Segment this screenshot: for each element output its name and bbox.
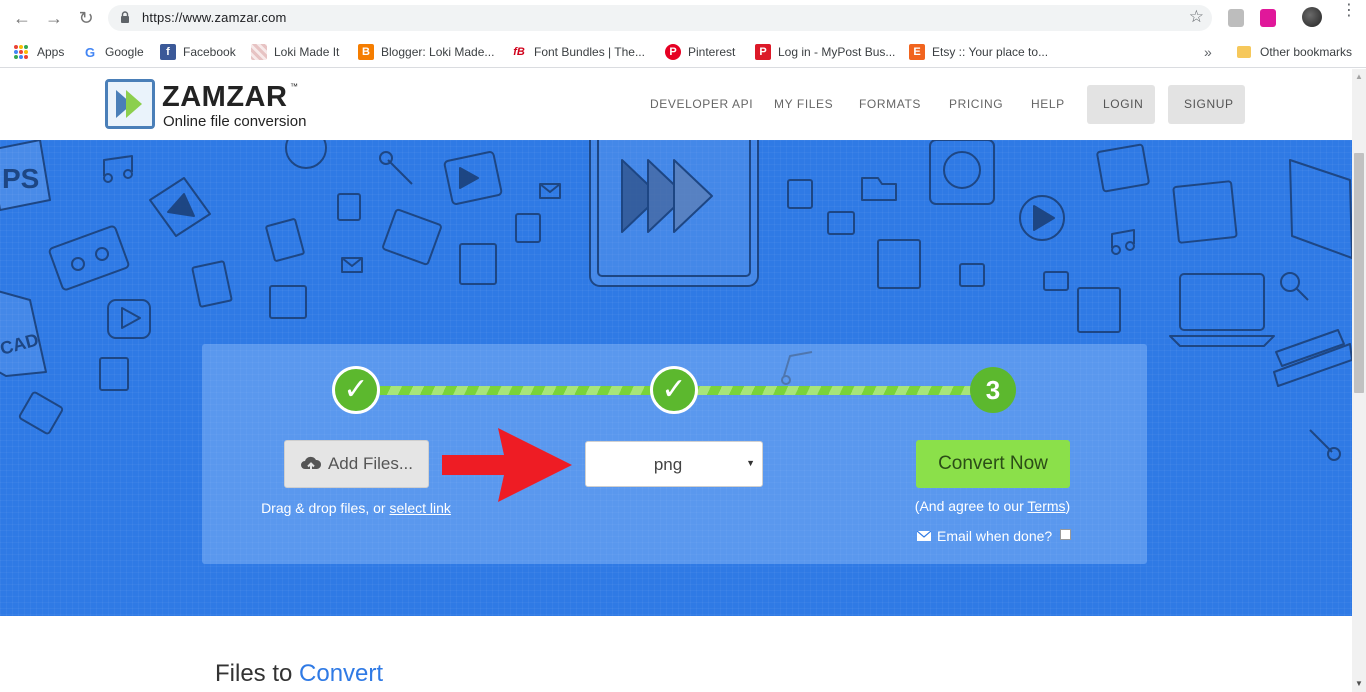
scroll-down-arrow-icon[interactable]: ▼ <box>1355 679 1363 688</box>
add-files-button[interactable]: Add Files... <box>284 440 429 488</box>
etsy-icon: E <box>909 44 925 60</box>
menu-kebab-icon[interactable]: ⋮ <box>1341 3 1357 19</box>
folder-icon <box>1237 46 1251 58</box>
profile-avatar[interactable] <box>1302 7 1322 27</box>
site-header: ZAMZAR ™ Online file conversion DEVELOPE… <box>0 69 1352 140</box>
loki-made-it-icon <box>251 44 267 60</box>
terms-link[interactable]: Terms <box>1027 498 1065 514</box>
email-when-done-checkbox[interactable] <box>1060 528 1072 540</box>
font-bundles-icon: fB <box>513 46 525 58</box>
bookmark-loki-made-it[interactable]: Loki Made It <box>251 43 339 61</box>
bookmarks-bar: Apps G Google f Facebook Loki Made It B … <box>0 36 1366 68</box>
files-to-convert-heading: Files to Convert <box>215 660 384 687</box>
bookmark-mypost[interactable]: P Log in - MyPost Bus... <box>755 43 895 61</box>
bookmark-blogger[interactable]: B Blogger: Loki Made... <box>358 43 494 61</box>
bookmark-star-icon[interactable]: ☆ <box>1189 7 1204 27</box>
google-icon: G <box>84 44 96 60</box>
bookmark-font-bundles[interactable]: fB Font Bundles | The... <box>511 43 645 61</box>
signup-button[interactable]: SIGNUP <box>1168 85 1245 124</box>
email-when-done-row: Email when done? <box>917 528 1072 544</box>
scroll-up-arrow-icon[interactable]: ▲ <box>1355 72 1363 81</box>
pinterest-icon: P <box>665 44 681 60</box>
more-bookmarks-chevron-icon[interactable]: » <box>1204 44 1212 60</box>
nav-help[interactable]: HELP <box>1031 97 1065 111</box>
bookmark-facebook[interactable]: f Facebook <box>160 43 236 61</box>
login-button[interactable]: LOGIN <box>1087 85 1155 124</box>
extension-icon[interactable] <box>1260 9 1276 27</box>
nav-pricing[interactable]: PRICING <box>949 97 1003 111</box>
nav-developer-api[interactable]: DEVELOPER API <box>650 97 753 111</box>
envelope-icon <box>917 531 931 541</box>
bookmark-etsy[interactable]: E Etsy :: Your place to... <box>909 43 1048 61</box>
page-scrollbar[interactable]: ▲ ▼ <box>1352 69 1366 692</box>
bookmark-apps[interactable]: Apps <box>14 43 64 61</box>
drag-drop-hint: Drag & drop files, or select link <box>261 500 451 516</box>
caret-down-icon: ▼ <box>746 458 755 468</box>
scroll-thumb[interactable] <box>1354 153 1364 393</box>
cloud-upload-icon <box>300 456 321 472</box>
address-bar[interactable]: https://www.zamzar.com ☆ <box>108 5 1212 31</box>
nav-formats[interactable]: FORMATS <box>859 97 921 111</box>
format-select[interactable]: png ▼ <box>585 441 763 487</box>
checkmark-icon: ✓ <box>343 373 369 406</box>
convert-now-button[interactable]: Convert Now <box>916 440 1070 488</box>
reload-icon[interactable]: ↻ <box>76 8 96 28</box>
other-bookmarks[interactable]: Other bookmarks <box>1237 43 1352 61</box>
nav-my-files[interactable]: MY FILES <box>774 97 833 111</box>
checkmark-icon: ✓ <box>661 373 687 406</box>
step-1-complete: ✓ <box>332 366 380 414</box>
bookmark-pinterest[interactable]: P Pinterest <box>665 43 735 61</box>
url-text: https://www.zamzar.com <box>142 10 287 25</box>
browser-toolbar: ← → ↻ https://www.zamzar.com ☆ ⋮ <box>0 0 1366 36</box>
step-2-complete: ✓ <box>650 366 698 414</box>
zamzar-logo-icon[interactable] <box>105 79 155 129</box>
mypost-icon: P <box>755 44 771 60</box>
forward-arrow-icon[interactable]: → <box>44 8 64 28</box>
step-3-indicator: 3 <box>970 367 1016 413</box>
select-link[interactable]: select link <box>389 500 450 516</box>
blogger-icon: B <box>358 44 374 60</box>
converter-hero: PS CAD ✓ ✓ 3 Add Files... Drag & drop fi… <box>0 140 1352 616</box>
svg-text:PS: PS <box>2 163 39 194</box>
facebook-icon: f <box>160 44 176 60</box>
red-arrow-icon <box>442 428 572 502</box>
apps-grid-icon <box>14 45 28 59</box>
terms-agreement: (And agree to our Terms) <box>914 498 1071 514</box>
logo-tagline: Online file conversion <box>163 113 307 130</box>
lock-icon <box>121 11 129 23</box>
format-select-value: png <box>653 455 683 474</box>
extension-icon[interactable] <box>1228 9 1244 27</box>
logo-trademark: ™ <box>290 82 298 91</box>
bookmark-google[interactable]: G Google <box>82 43 144 61</box>
step-3-number: 3 <box>985 375 1001 405</box>
back-arrow-icon[interactable]: ← <box>12 8 32 28</box>
logo-name: ZAMZAR <box>162 81 288 113</box>
